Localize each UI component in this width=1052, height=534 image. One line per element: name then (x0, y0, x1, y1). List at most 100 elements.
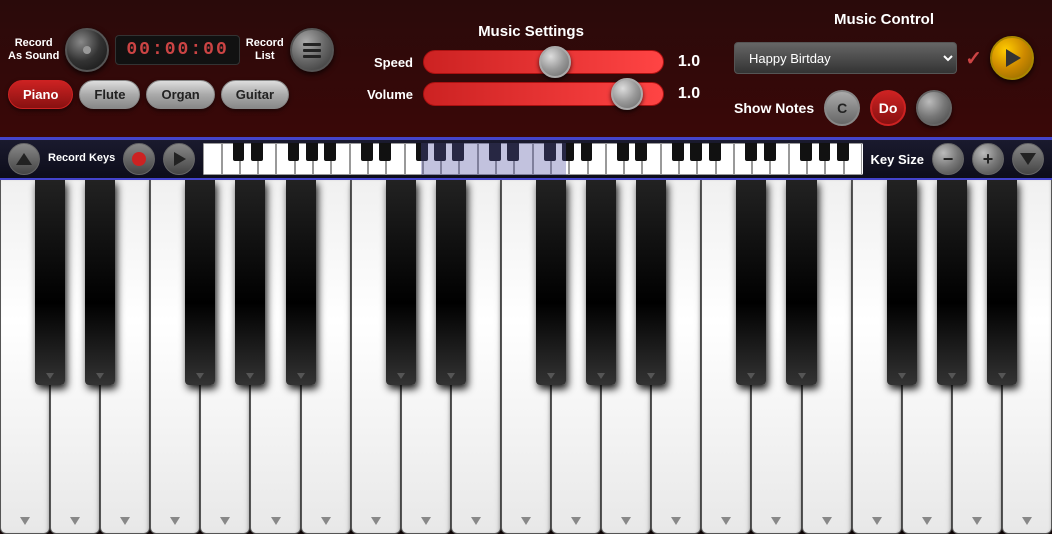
black-key-arrow-icon (447, 373, 455, 379)
black-key-arrow-icon (246, 373, 254, 379)
black-key-arrow-icon (397, 373, 405, 379)
black-key[interactable] (436, 180, 466, 385)
black-key-arrow-icon (948, 373, 956, 379)
white-key-arrow-icon (1022, 517, 1032, 525)
h-line-3 (303, 55, 321, 58)
record-list-label: Record List (246, 37, 284, 63)
black-key-arrow-icon (998, 373, 1006, 379)
mini-white-key[interactable] (386, 143, 404, 175)
mini-white-key[interactable] (203, 143, 221, 175)
mini-white-key[interactable] (441, 143, 459, 175)
note-do-badge[interactable]: Do (870, 90, 906, 126)
white-key-arrow-icon (371, 517, 381, 525)
record-as-sound-section: Record As Sound (8, 37, 59, 63)
mini-white-key[interactable] (331, 143, 349, 175)
mini-white-key[interactable] (514, 143, 532, 175)
h-line-2 (303, 49, 321, 52)
mini-white-key[interactable] (588, 143, 606, 175)
black-key[interactable] (636, 180, 666, 385)
record-as-sound-knob[interactable] (65, 28, 109, 72)
organ-button[interactable]: Organ (146, 80, 214, 109)
mini-white-key[interactable] (642, 143, 660, 175)
mini-white-key[interactable] (844, 143, 862, 175)
black-key-arrow-icon (196, 373, 204, 379)
volume-value: 1.0 (674, 85, 704, 103)
black-key[interactable] (987, 180, 1017, 385)
note-c-badge[interactable]: C (824, 90, 860, 126)
black-key[interactable] (937, 180, 967, 385)
mini-white-key[interactable] (478, 143, 496, 175)
black-key[interactable] (887, 180, 917, 385)
black-key[interactable] (85, 180, 115, 385)
mini-white-key[interactable] (496, 143, 514, 175)
scroll-left-arrow-icon (16, 153, 32, 165)
timer-display: 00:00:00 (115, 35, 239, 65)
mini-white-key[interactable] (240, 143, 258, 175)
volume-slider-track[interactable] (423, 82, 664, 106)
black-key[interactable] (786, 180, 816, 385)
record-dot-button[interactable] (123, 143, 155, 175)
mini-white-key[interactable] (697, 143, 715, 175)
play-button-small[interactable] (163, 143, 195, 175)
speed-slider-track[interactable] (423, 50, 664, 74)
black-key[interactable] (586, 180, 616, 385)
mini-white-key[interactable] (313, 143, 331, 175)
song-select[interactable]: Happy Birtday (734, 42, 957, 74)
mini-white-key[interactable] (350, 143, 368, 175)
hamburger-icon (303, 43, 321, 58)
white-key-arrow-icon (571, 517, 581, 525)
mini-white-key[interactable] (734, 143, 752, 175)
black-key[interactable] (185, 180, 215, 385)
black-key[interactable] (35, 180, 65, 385)
mini-white-key[interactable] (459, 143, 477, 175)
mini-white-key[interactable] (807, 143, 825, 175)
white-key-arrow-icon (170, 517, 180, 525)
mini-white-key[interactable] (679, 143, 697, 175)
mini-white-key[interactable] (295, 143, 313, 175)
white-key-arrow-icon (771, 517, 781, 525)
mini-white-key[interactable] (533, 143, 551, 175)
black-key[interactable] (235, 180, 265, 385)
black-key[interactable] (286, 180, 316, 385)
guitar-button[interactable]: Guitar (221, 80, 289, 109)
white-key-arrow-icon (220, 517, 230, 525)
black-key[interactable] (386, 180, 416, 385)
scroll-left-button[interactable] (8, 143, 40, 175)
mini-white-key[interactable] (368, 143, 386, 175)
mini-white-key[interactable] (551, 143, 569, 175)
record-list-button[interactable] (290, 28, 334, 72)
speed-slider-thumb[interactable] (539, 46, 571, 78)
speed-label: Speed (358, 55, 413, 70)
scroll-right-button[interactable] (1012, 143, 1044, 175)
key-size-plus-button[interactable]: + (972, 143, 1004, 175)
mini-white-key[interactable] (569, 143, 587, 175)
volume-slider-thumb[interactable] (611, 78, 643, 110)
note-knob[interactable] (916, 90, 952, 126)
play-button-large[interactable] (990, 36, 1034, 80)
black-key[interactable] (736, 180, 766, 385)
h-line-1 (303, 43, 321, 46)
piano-button[interactable]: Piano (8, 80, 73, 109)
keyboard-toolbar: Record Keys Key Size − + (0, 140, 1052, 180)
mini-white-key[interactable] (276, 143, 294, 175)
mini-white-key[interactable] (222, 143, 240, 175)
mini-white-key[interactable] (716, 143, 734, 175)
white-key-arrow-icon (70, 517, 80, 525)
mini-white-key[interactable] (825, 143, 843, 175)
show-notes-row: Show Notes C Do (734, 90, 1034, 126)
mini-white-key[interactable] (752, 143, 770, 175)
white-key-arrow-icon (20, 517, 30, 525)
key-size-minus-button[interactable]: − (932, 143, 964, 175)
white-key-arrow-icon (822, 517, 832, 525)
mini-white-key[interactable] (789, 143, 807, 175)
mini-white-key[interactable] (661, 143, 679, 175)
mini-white-key[interactable] (606, 143, 624, 175)
mini-white-key[interactable] (770, 143, 788, 175)
mini-white-key[interactable] (423, 143, 441, 175)
black-key[interactable] (536, 180, 566, 385)
mini-white-key[interactable] (624, 143, 642, 175)
key-size-label: Key Size (871, 152, 924, 167)
flute-button[interactable]: Flute (79, 80, 140, 109)
mini-white-key[interactable] (405, 143, 423, 175)
mini-white-key[interactable] (258, 143, 276, 175)
